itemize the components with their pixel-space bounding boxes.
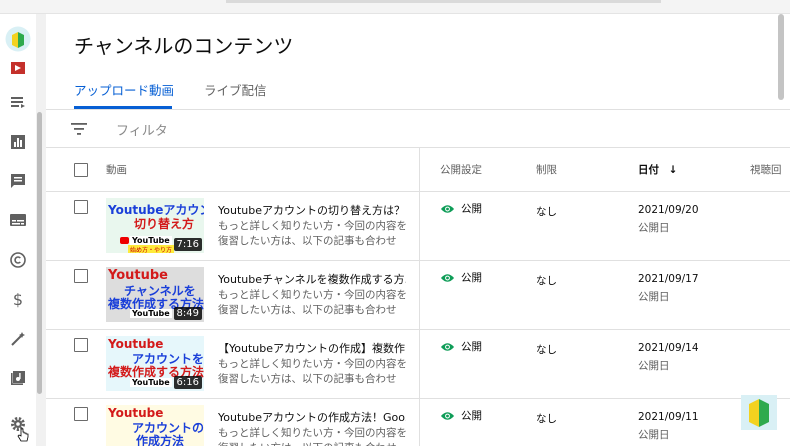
restriction-value: なし: [536, 413, 557, 425]
content-scrollbar[interactable]: [778, 14, 784, 100]
video-title[interactable]: Youtubeチャンネルを複数作成する方...: [218, 271, 406, 287]
monetization-icon[interactable]: $: [8, 289, 28, 309]
thumbnail-text-1: Youtube: [108, 406, 164, 420]
browser-top-strip: [0, 0, 790, 14]
visibility-cell[interactable]: 公開: [440, 201, 482, 216]
table-row[interactable]: Youtube チャンネルを 複数作成する方法 YouTube 8:49 You…: [46, 261, 790, 330]
subtitles-icon[interactable]: [8, 210, 28, 230]
video-thumbnail[interactable]: Youtube チャンネルを 複数作成する方法 YouTube 8:49: [106, 267, 204, 322]
thumbnail-text-1: Youtube: [108, 268, 168, 283]
visibility-cell[interactable]: 公開: [440, 408, 482, 423]
visibility-cell[interactable]: 公開: [440, 270, 482, 285]
restriction-value: なし: [536, 275, 557, 287]
date-type: 公開日: [638, 429, 670, 441]
visibility-cell[interactable]: 公開: [440, 339, 482, 354]
video-description: もっと詳しく知りたい方・今回の内容を復習したい方は、以下の記事も合わせて...: [218, 427, 407, 446]
video-description: もっと詳しく知りたい方・今回の内容を復習したい方は、以下の記事も合わせて...: [218, 358, 407, 389]
video-thumbnail[interactable]: Youtube アカウントの 作成方法: [106, 405, 204, 446]
date-type: 公開日: [638, 360, 670, 372]
visibility-label: 公開: [461, 341, 482, 353]
audio-library-icon[interactable]: [8, 368, 28, 388]
thumbnail-channel-text: YouTube: [130, 236, 172, 245]
date-type: 公開日: [638, 291, 670, 303]
video-description: もっと詳しく知りたい方・今回の内容を復習したい方は、以下の記事も合わせて...: [218, 220, 407, 251]
customization-icon[interactable]: [8, 329, 28, 349]
filter-bar[interactable]: フィルタ: [46, 110, 790, 148]
tab-uploads[interactable]: アップロード動画: [74, 80, 174, 99]
video-title[interactable]: Youtubeアカウントの切り替え方は？...: [218, 202, 406, 218]
restriction-value: なし: [536, 344, 557, 356]
video-title[interactable]: Youtubeアカウントの作成方法！Goo...: [218, 409, 406, 425]
video-duration: 7:16: [173, 238, 202, 251]
date-value: 2021/09/17: [638, 273, 699, 285]
copyright-icon[interactable]: [8, 250, 28, 270]
eye-icon: [440, 342, 455, 351]
tab-bar: アップロード動画 ライブ配信: [46, 72, 790, 110]
beginner-mark-watermark-icon: [741, 395, 777, 430]
channel-content-panel: チャンネルのコンテンツ アップロード動画 ライブ配信 フィルタ 動画 公開設定 …: [46, 14, 790, 446]
table-row[interactable]: Youtube アカウントの 作成方法 Youtubeアカウントの作成方法！Go…: [46, 399, 790, 446]
page-title: チャンネルのコンテンツ: [74, 34, 294, 58]
eye-icon: [440, 204, 455, 213]
date-type: 公開日: [638, 222, 670, 234]
thumbnail-subtitle: 始め方・やり方: [128, 245, 175, 253]
filter-input[interactable]: フィルタ: [116, 120, 168, 139]
restriction-value: なし: [536, 206, 557, 218]
video-title[interactable]: 【Youtubeアカウントの作成】複数作...: [218, 340, 406, 356]
sidebar: $: [0, 14, 36, 446]
sort-arrow-down-icon: ↓: [668, 164, 678, 176]
playlist-icon[interactable]: [8, 92, 28, 112]
video-thumbnail[interactable]: Youtubeアカウントの 切り替え方 YouTube 始め方・やり方 7:16: [106, 198, 204, 253]
date-value: 2021/09/20: [638, 204, 699, 216]
top-bar-box: [226, 0, 661, 3]
thumbnail-text-1: Youtube: [108, 337, 164, 351]
content-icon[interactable]: [8, 58, 28, 78]
table-header: 動画 公開設定 制限 日付 ↓ 視聴回: [46, 148, 790, 192]
thumbnail-channel-text: YouTube: [130, 309, 172, 318]
column-header-video: 動画: [106, 164, 127, 176]
column-header-restrictions[interactable]: 制限: [536, 162, 557, 177]
video-thumbnail[interactable]: Youtube アカウントを 複数作成する方法 YouTube 6:16: [106, 336, 204, 391]
column-header-views[interactable]: 視聴回: [750, 162, 782, 177]
video-duration: 8:49: [173, 307, 202, 320]
visibility-label: 公開: [461, 203, 482, 215]
analytics-icon[interactable]: [8, 132, 28, 152]
video-duration: 6:16: [173, 376, 202, 389]
row-checkbox[interactable]: [74, 200, 88, 214]
column-header-date[interactable]: 日付 ↓: [638, 162, 677, 177]
table-row[interactable]: Youtube アカウントを 複数作成する方法 YouTube 6:16 【Yo…: [46, 330, 790, 399]
beginner-mark-icon[interactable]: [5, 26, 31, 52]
date-value: 2021/09/11: [638, 411, 699, 423]
column-header-date-label: 日付: [638, 164, 659, 176]
tab-live[interactable]: ライブ配信: [204, 80, 267, 99]
thumbnail-channel-text: YouTube: [130, 378, 172, 387]
hand-cursor-icon: [17, 428, 29, 442]
visibility-label: 公開: [461, 410, 482, 422]
active-tab-indicator: [74, 106, 172, 109]
select-all-checkbox[interactable]: [74, 163, 88, 177]
eye-icon: [440, 411, 455, 420]
table-row[interactable]: Youtubeアカウントの 切り替え方 YouTube 始め方・やり方 7:16…: [46, 192, 790, 261]
youtube-logo-icon: [120, 237, 129, 244]
thumbnail-text-2: 切り替え方: [134, 217, 195, 231]
date-value: 2021/09/14: [638, 342, 699, 354]
thumbnail-text-3: 作成方法: [136, 434, 185, 446]
column-header-visibility[interactable]: 公開設定: [440, 162, 482, 177]
row-checkbox[interactable]: [74, 269, 88, 283]
sidebar-scrollbar[interactable]: [37, 112, 42, 394]
filter-icon[interactable]: [70, 122, 88, 136]
video-description: もっと詳しく知りたい方・今回の内容を復習したい方は、以下の記事も合わせて...: [218, 289, 407, 320]
svg-text:$: $: [13, 290, 23, 308]
visibility-label: 公開: [461, 272, 482, 284]
row-checkbox[interactable]: [74, 338, 88, 352]
row-checkbox[interactable]: [74, 407, 88, 421]
eye-icon: [440, 273, 455, 282]
comments-icon[interactable]: [8, 171, 28, 191]
